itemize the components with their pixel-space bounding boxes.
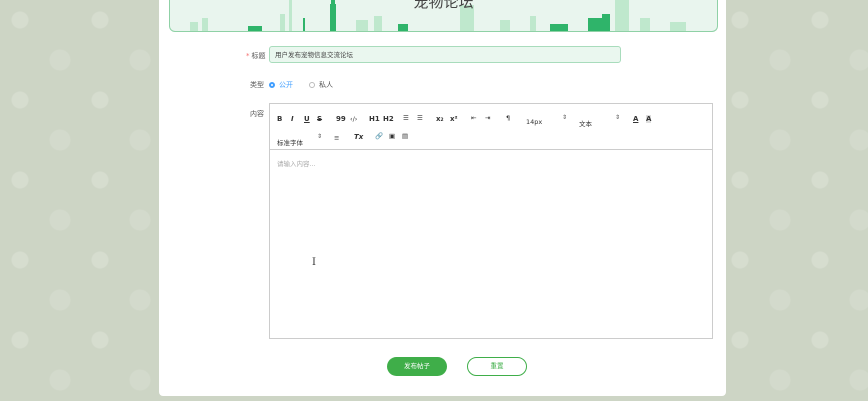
direction-button[interactable]: ¶ bbox=[506, 114, 510, 122]
font-select[interactable]: 标准字体 bbox=[277, 137, 303, 147]
form-card: 宠物论坛 * 标题 用户发布宠物信息交流论坛 类型 公开 私人 内容 B I U … bbox=[159, 0, 726, 396]
italic-button[interactable]: I bbox=[291, 115, 294, 123]
indent-increase-button[interactable]: ⇥ bbox=[485, 114, 490, 122]
editor-placeholder[interactable]: 请输入内容... bbox=[277, 158, 316, 168]
ordered-list-button[interactable]: ☰ bbox=[403, 114, 409, 122]
title-label: * 标题 bbox=[246, 51, 266, 61]
font-chevron-icon: ⇕ bbox=[317, 133, 323, 140]
rich-text-editor: B I U S 99 ‹/› H1 H2 ☰ ☰ x₂ x² ⇤ ⇥ ¶ 14p… bbox=[269, 103, 713, 339]
indent-decrease-button[interactable]: ⇤ bbox=[471, 114, 476, 122]
header-chevron-icon: ⇕ bbox=[615, 114, 621, 121]
strike-button[interactable]: S bbox=[317, 115, 322, 123]
content-label: 内容 bbox=[250, 110, 264, 118]
type-label: 类型 bbox=[250, 81, 264, 89]
font-color-button[interactable]: A bbox=[633, 115, 638, 123]
radio-private-label: 私人 bbox=[319, 81, 333, 89]
editor-toolbar: B I U S 99 ‹/› H1 H2 ☰ ☰ x₂ x² ⇤ ⇥ ¶ 14p… bbox=[270, 104, 712, 150]
forum-banner: 宠物论坛 bbox=[169, 0, 718, 32]
bold-button[interactable]: B bbox=[277, 115, 282, 123]
header-select[interactable]: 文本 bbox=[579, 118, 592, 128]
image-icon[interactable]: ▣ bbox=[389, 132, 395, 140]
underline-button[interactable]: U bbox=[304, 115, 310, 123]
title-input[interactable]: 用户发布宠物信息交流论坛 bbox=[269, 46, 621, 63]
radio-public[interactable]: 公开 bbox=[269, 80, 293, 90]
clean-format-button[interactable]: Tx bbox=[354, 133, 363, 141]
video-icon[interactable]: ▤ bbox=[402, 132, 408, 140]
required-mark: * bbox=[246, 52, 250, 60]
blockquote-button[interactable]: 99 bbox=[336, 115, 346, 123]
h2-button[interactable]: H2 bbox=[383, 115, 394, 123]
code-button[interactable]: ‹/› bbox=[350, 115, 357, 123]
radio-public-label: 公开 bbox=[279, 81, 293, 89]
subscript-button[interactable]: x₂ bbox=[436, 115, 444, 123]
reset-button[interactable]: 重置 bbox=[467, 357, 527, 376]
text-cursor-icon: I bbox=[312, 257, 316, 268]
radio-private[interactable]: 私人 bbox=[309, 80, 333, 90]
link-icon[interactable]: 🔗 bbox=[375, 132, 383, 140]
page-title: 宠物论坛 bbox=[413, 0, 474, 11]
size-chevron-icon: ⇕ bbox=[562, 114, 568, 121]
align-button[interactable]: ≡ bbox=[334, 134, 339, 142]
bullet-list-button[interactable]: ☰ bbox=[417, 114, 423, 122]
size-select[interactable]: 14px bbox=[526, 118, 542, 126]
title-label-text: 标题 bbox=[251, 52, 266, 60]
radio-dot bbox=[309, 82, 315, 88]
superscript-button[interactable]: x² bbox=[450, 115, 458, 123]
radio-dot bbox=[269, 82, 275, 88]
background-color-button[interactable]: A bbox=[646, 115, 652, 123]
h1-button[interactable]: H1 bbox=[369, 115, 380, 123]
submit-post-button[interactable]: 发布帖子 bbox=[387, 357, 447, 376]
